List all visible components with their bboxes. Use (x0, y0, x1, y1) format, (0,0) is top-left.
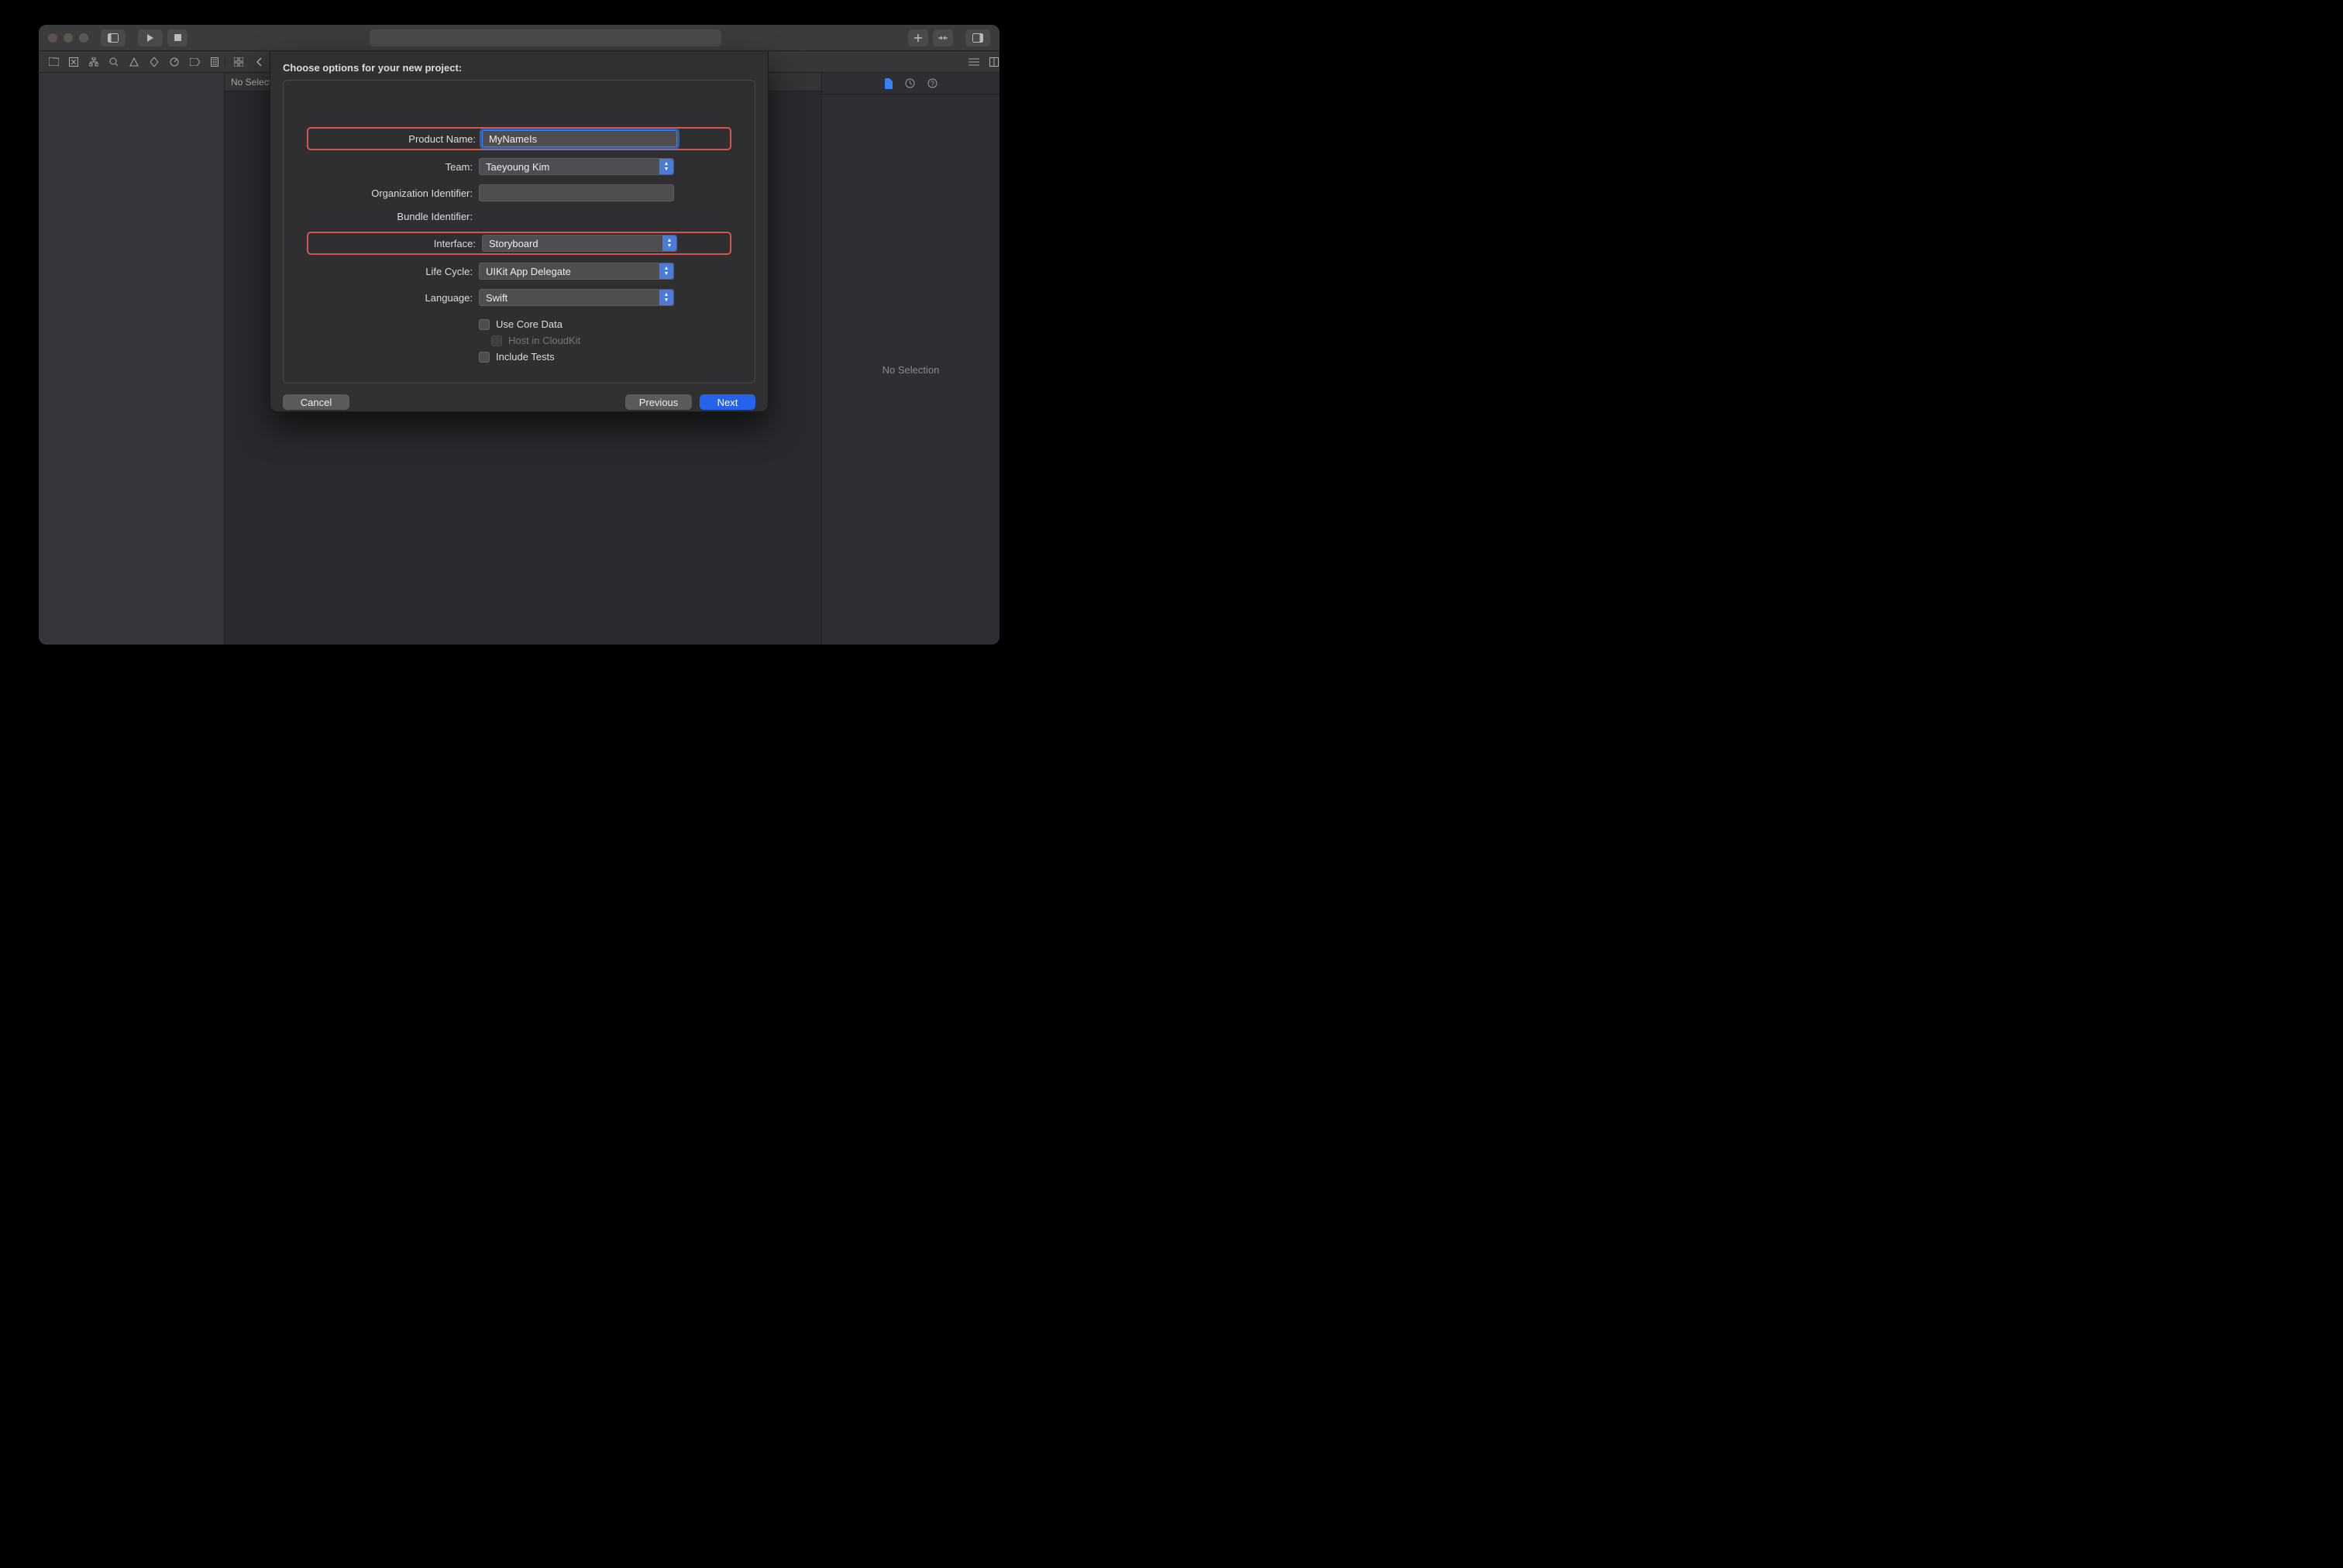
previous-button[interactable]: Previous (625, 394, 692, 410)
document-icon (884, 78, 893, 89)
interface-label: Interface: (310, 238, 476, 249)
dialog-footer: Cancel Previous Next (270, 394, 768, 422)
clock-icon (905, 78, 915, 88)
grid-icon (234, 57, 243, 67)
sidebar-right-icon (972, 33, 983, 43)
previous-button-label: Previous (639, 397, 679, 408)
dialog-body: Product Name: MyNameIs Team: Taeyoung Ki… (283, 80, 755, 383)
related-items-button[interactable] (233, 57, 244, 67)
include-tests-label: Include Tests (496, 351, 555, 363)
run-button[interactable] (138, 29, 163, 46)
symbol-navigator-tab[interactable] (88, 57, 99, 67)
lines-icon (969, 58, 979, 66)
folder-icon (49, 57, 59, 66)
dialog-title: Choose options for your new project: (270, 51, 768, 80)
report-navigator-tab[interactable] (209, 57, 220, 67)
language-label: Language: (307, 292, 473, 304)
search-icon (109, 57, 119, 67)
bundle-id-label: Bundle Identifier: (307, 211, 473, 222)
help-icon: ? (927, 78, 938, 88)
warning-icon (129, 57, 139, 67)
org-id-input[interactable] (479, 184, 674, 201)
interface-select[interactable]: Storyboard ▲▼ (482, 235, 677, 252)
product-name-value: MyNameIs (489, 133, 537, 145)
arrows-icon (938, 34, 948, 42)
traffic-lights (48, 33, 88, 43)
host-cloudkit-checkbox (491, 335, 502, 346)
life-cycle-label: Life Cycle: (307, 266, 473, 277)
cancel-button-label: Cancel (301, 397, 332, 408)
quick-help-inspector-tab[interactable]: ? (927, 78, 938, 88)
use-core-data-label: Use Core Data (496, 318, 563, 330)
host-cloudkit-label: Host in CloudKit (508, 335, 580, 346)
find-navigator-tab[interactable] (108, 57, 119, 67)
project-navigator-tab[interactable] (48, 57, 59, 67)
select-stepper-icon: ▲▼ (662, 236, 676, 251)
library-button[interactable] (908, 29, 928, 46)
use-core-data-checkbox[interactable] (479, 319, 490, 330)
code-review-button[interactable] (933, 29, 953, 46)
team-label: Team: (307, 161, 473, 173)
close-window-button[interactable] (48, 33, 57, 43)
toggle-inspector-button[interactable] (965, 29, 990, 46)
source-control-navigator-tab[interactable] (68, 57, 79, 67)
gauge-icon (170, 57, 179, 67)
interface-value: Storyboard (489, 238, 538, 249)
host-cloudkit-row: Host in CloudKit (307, 335, 731, 346)
next-button[interactable]: Next (700, 394, 755, 410)
language-value: Swift (486, 292, 507, 304)
product-name-input[interactable]: MyNameIs (482, 130, 677, 147)
life-cycle-value: UIKit App Delegate (486, 266, 571, 277)
language-select[interactable]: Swift ▲▼ (479, 289, 674, 306)
adjust-editor-options-button[interactable] (969, 57, 979, 67)
toggle-navigator-button[interactable] (101, 29, 126, 46)
new-project-options-dialog: Choose options for your new project: Pro… (270, 51, 769, 412)
highlight-interface: Interface: Storyboard ▲▼ (307, 232, 731, 255)
chevron-left-icon (256, 57, 262, 67)
inspector-area: ? No Selection (821, 73, 999, 645)
inspector-empty-state: No Selection (822, 95, 999, 645)
titlebar (39, 25, 999, 51)
play-icon (146, 34, 154, 42)
activity-viewer[interactable] (370, 29, 721, 46)
issue-navigator-tab[interactable] (129, 57, 139, 67)
zoom-window-button[interactable] (79, 33, 88, 43)
hierarchy-icon (89, 57, 98, 67)
team-select[interactable]: Taeyoung Kim ▲▼ (479, 158, 674, 175)
include-tests-row: Include Tests (307, 351, 731, 363)
highlight-product-name: Product Name: MyNameIs (307, 127, 731, 150)
debug-navigator-tab[interactable] (169, 57, 180, 67)
sidebar-left-icon (108, 33, 119, 43)
test-navigator-tab[interactable] (149, 57, 160, 67)
team-value: Taeyoung Kim (486, 161, 549, 173)
stop-icon (174, 34, 181, 41)
select-stepper-icon: ▲▼ (659, 290, 673, 305)
org-id-label: Organization Identifier: (307, 187, 473, 199)
svg-text:?: ? (931, 80, 934, 88)
inspector-empty-text: No Selection (882, 364, 940, 376)
next-button-label: Next (717, 397, 738, 408)
select-stepper-icon: ▲▼ (659, 263, 673, 279)
diamond-icon (150, 57, 158, 67)
x-square-icon (69, 57, 78, 67)
plus-icon (913, 33, 923, 43)
use-core-data-row: Use Core Data (307, 318, 731, 330)
tag-icon (190, 58, 200, 66)
breakpoint-navigator-tab[interactable] (189, 57, 200, 67)
inspector-tabs: ? (822, 73, 999, 95)
history-inspector-tab[interactable] (905, 78, 915, 88)
stop-button[interactable] (167, 29, 188, 46)
life-cycle-select[interactable]: UIKit App Delegate ▲▼ (479, 263, 674, 280)
list-icon (211, 57, 218, 67)
include-tests-checkbox[interactable] (479, 352, 490, 363)
split-icon (989, 57, 999, 67)
select-stepper-icon: ▲▼ (659, 159, 673, 174)
minimize-window-button[interactable] (64, 33, 73, 43)
add-editor-button[interactable] (989, 57, 999, 67)
navigator-area (39, 73, 225, 645)
cancel-button[interactable]: Cancel (283, 394, 349, 410)
file-inspector-tab[interactable] (884, 78, 893, 89)
product-name-label: Product Name: (310, 133, 476, 145)
go-back-button[interactable] (253, 57, 264, 67)
